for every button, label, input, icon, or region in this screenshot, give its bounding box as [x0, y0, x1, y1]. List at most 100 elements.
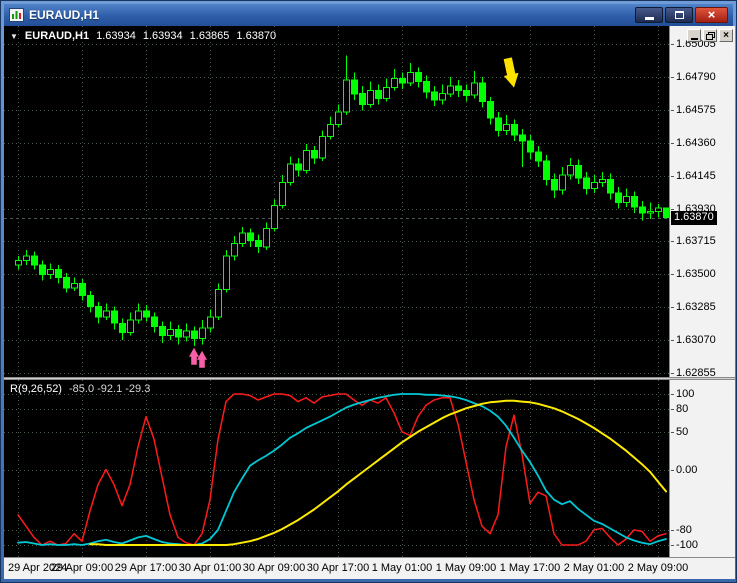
candlestick-plot[interactable]	[4, 26, 669, 377]
one-click-trading-arrow-icon[interactable]: ▼	[10, 32, 18, 41]
candle	[647, 211, 654, 214]
candle	[223, 255, 230, 291]
candle	[575, 165, 582, 179]
chart-window-controls: ×	[687, 29, 733, 42]
window-controls: ×	[635, 7, 728, 23]
candle	[55, 269, 62, 278]
candle	[495, 117, 502, 131]
candle	[463, 90, 470, 96]
price-axis-label: 1.64360	[671, 136, 716, 149]
candle	[207, 316, 214, 329]
oscillator-axis-label: 0.00	[670, 463, 698, 476]
candle	[567, 165, 574, 176]
candle	[535, 151, 542, 162]
candle	[239, 232, 246, 245]
candle	[527, 140, 534, 153]
chart-minimize-button[interactable]	[687, 29, 701, 42]
price-axis-label: 1.63715	[671, 235, 716, 248]
candle	[519, 134, 526, 142]
price-chart-panel[interactable]: ▼ EURAUD,H1 1.63934 1.63934 1.63865 1.63…	[4, 26, 669, 377]
oscillator-axis-label: 80	[670, 403, 689, 416]
candle	[191, 330, 198, 340]
candle	[591, 182, 598, 190]
chart-client-area: ▼ EURAUD,H1 1.63934 1.63934 1.63865 1.63…	[4, 26, 735, 579]
oscillator-plot[interactable]	[4, 380, 669, 557]
maximize-icon	[674, 11, 684, 19]
window-title: EURAUD,H1	[29, 8, 100, 22]
candle	[31, 255, 38, 266]
candle	[447, 85, 454, 95]
candle	[303, 149, 310, 171]
chart-close-icon: ×	[723, 30, 729, 41]
candle	[263, 227, 270, 248]
candle	[439, 93, 446, 101]
current-price-tag: 1.63870	[671, 210, 717, 225]
quote-symbol: EURAUD,H1	[24, 30, 90, 42]
candle	[151, 316, 158, 327]
maximize-button[interactable]	[665, 7, 693, 23]
candle	[503, 123, 510, 131]
oscillator-line-slow	[89, 399, 667, 546]
candle	[87, 295, 94, 307]
candle	[375, 90, 382, 99]
oscillator-axis-label: 100	[670, 388, 695, 400]
candle	[639, 206, 646, 214]
candle	[159, 325, 166, 336]
price-axis[interactable]: × 1.65005 1.64790 1.64575 1.64360 1.64145 1.6…	[669, 26, 735, 557]
candle	[95, 305, 102, 318]
sell-signal-arrow[interactable]	[500, 57, 521, 89]
candle	[415, 71, 422, 82]
candle	[655, 207, 662, 213]
candle	[111, 310, 118, 324]
chart-close-button[interactable]: ×	[719, 29, 733, 42]
candle	[63, 276, 70, 289]
minimize-button[interactable]	[635, 7, 663, 23]
candle	[167, 328, 174, 336]
candle	[183, 330, 190, 338]
quote-close: 1.63870	[236, 30, 277, 42]
candle	[327, 123, 334, 138]
price-axis-label: 1.63500	[671, 268, 716, 281]
candle	[215, 289, 222, 318]
price-axis-label: 1.64575	[671, 103, 716, 116]
indicator-values: -85.0 -92.1 -29.3	[68, 383, 151, 395]
chart-restore-button[interactable]	[703, 29, 717, 42]
buy-signal-arrow[interactable]	[189, 347, 199, 365]
candle	[335, 111, 342, 125]
time-axis[interactable]: 29 Apr 2024 29 Apr 09:00 29 Apr 17:00 30 Ap…	[4, 557, 735, 579]
title-bar[interactable]: EURAUD,H1 ×	[4, 4, 733, 26]
candle	[391, 77, 398, 89]
candle	[559, 174, 566, 191]
candle	[23, 255, 30, 261]
chart-window-icon	[9, 8, 24, 22]
candle	[631, 195, 638, 208]
candle	[431, 91, 438, 101]
price-axis-label: 1.64145	[671, 169, 716, 182]
candle	[599, 178, 606, 183]
oscillator-line-fast	[17, 393, 667, 546]
buy-signal-arrow[interactable]	[197, 350, 207, 368]
oscillator-panel[interactable]: R(9,26,52) -85.0 -92.1 -29.3	[4, 380, 669, 557]
close-button[interactable]: ×	[695, 7, 728, 23]
candle	[175, 328, 182, 338]
candle	[135, 310, 142, 321]
candle	[47, 269, 54, 275]
candle	[271, 204, 278, 229]
candle	[543, 160, 550, 181]
candle	[623, 195, 630, 203]
candle	[615, 192, 622, 203]
candle	[399, 77, 406, 84]
oscillator-axis-label: -100	[670, 539, 699, 551]
candle	[143, 310, 150, 318]
candle	[607, 178, 614, 194]
candle	[287, 163, 294, 184]
panel-divider[interactable]	[4, 377, 735, 380]
candle	[79, 283, 86, 297]
time-axis-label: 2 May 09:00	[627, 562, 689, 574]
quote-open: 1.63934	[96, 30, 136, 42]
chart-minimize-icon	[690, 37, 698, 40]
oscillator-axis-label: -80	[671, 523, 692, 536]
quote-high: 1.63934	[142, 30, 183, 42]
candle	[295, 163, 302, 171]
candle	[71, 283, 78, 289]
